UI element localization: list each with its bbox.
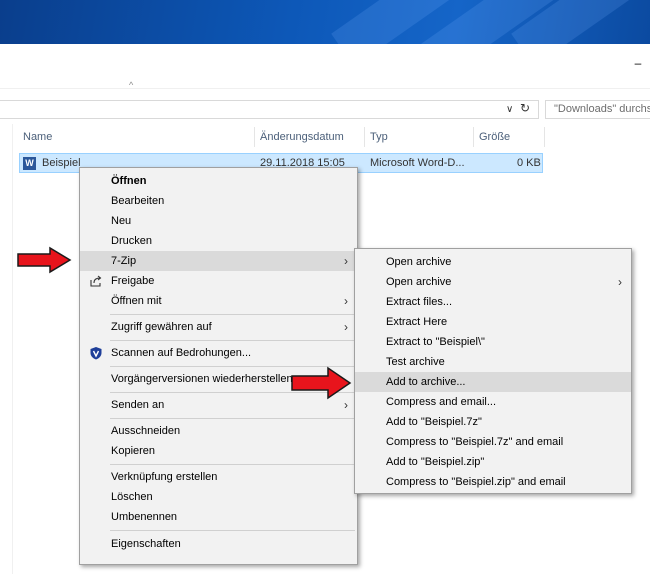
menu-item-cut[interactable]: Ausschneiden <box>80 421 357 441</box>
menu-item-properties[interactable]: Eigenschaften <box>80 534 357 554</box>
shield-icon <box>90 347 102 360</box>
menu-item-label: Bearbeiten <box>111 195 165 207</box>
minimize-button[interactable]: – <box>632 57 644 70</box>
menu-item-label: Open archive <box>386 256 452 268</box>
ribbon-divider <box>0 88 650 89</box>
menu-item-label: Zugriff gewähren auf <box>111 321 212 333</box>
menu-item-label: Ausschneiden <box>111 425 181 437</box>
column-header-size[interactable]: Größe <box>479 131 510 143</box>
menu-separator <box>110 340 355 341</box>
file-size: 0 KB <box>517 157 541 169</box>
menu-item-7zip[interactable]: 7-Zip › <box>80 251 357 271</box>
submenu-item-add-to-7z[interactable]: Add to "Beispiel.7z" <box>355 412 631 432</box>
menu-item-label: Compress to "Beispiel.zip" and email <box>386 476 566 488</box>
menu-item-label: Drucken <box>111 235 152 247</box>
menu-item-label: Compress and email... <box>386 396 497 408</box>
chevron-right-icon: › <box>618 275 622 289</box>
navigation-pane[interactable] <box>0 124 13 574</box>
menu-item-label: Add to "Beispiel.7z" <box>386 416 482 428</box>
submenu-item-open-archive[interactable]: Open archive <box>355 252 631 272</box>
column-header-date[interactable]: Änderungsdatum <box>260 131 344 143</box>
word-document-icon: W <box>23 157 36 170</box>
sort-ascending-icon: ^ <box>129 80 134 90</box>
menu-item-label: Open archive <box>386 276 452 288</box>
menu-item-label: Freigabe <box>111 275 155 287</box>
menu-separator <box>110 530 355 531</box>
address-row: ∨ ↻ "Downloads" durchsuchen <box>0 98 650 122</box>
menu-item-open-with[interactable]: Öffnen mit › <box>80 291 357 311</box>
menu-item-share[interactable]: Freigabe <box>80 271 357 291</box>
menu-item-copy[interactable]: Kopieren <box>80 441 357 461</box>
column-divider <box>364 127 365 147</box>
title-bar: – <box>0 44 650 88</box>
column-header-name[interactable]: Name <box>23 131 52 143</box>
submenu-item-extract-here[interactable]: Extract Here <box>355 312 631 332</box>
column-divider <box>473 127 474 147</box>
submenu-item-compress-email[interactable]: Compress and email... <box>355 392 631 412</box>
menu-item-label: Eigenschaften <box>111 538 181 550</box>
menu-item-create-shortcut[interactable]: Verknüpfung erstellen <box>80 467 357 487</box>
menu-separator <box>110 314 355 315</box>
column-divider <box>544 127 545 147</box>
submenu-item-compress-zip-email[interactable]: Compress to "Beispiel.zip" and email <box>355 472 631 492</box>
menu-item-open[interactable]: Öffnen <box>80 171 357 191</box>
menu-item-grant-access[interactable]: Zugriff gewähren auf › <box>80 317 357 337</box>
menu-item-label: Vorgängerversionen wiederherstellen <box>111 373 293 385</box>
menu-item-label: Extract files... <box>386 296 453 308</box>
menu-item-label: Compress to "Beispiel.7z" and email <box>386 436 564 448</box>
submenu-item-open-archive-more[interactable]: Open archive › <box>355 272 631 292</box>
file-name: Beispiel <box>42 157 81 169</box>
file-type: Microsoft Word-D... <box>370 157 465 169</box>
refresh-icon[interactable]: ↻ <box>520 101 530 115</box>
menu-item-label: Extract to "Beispiel\" <box>386 336 485 348</box>
submenu-item-add-to-archive[interactable]: Add to archive... <box>355 372 631 392</box>
menu-item-scan[interactable]: Scannen auf Bedrohungen... <box>80 343 357 363</box>
menu-item-new[interactable]: Neu <box>80 211 357 231</box>
7zip-submenu: Open archive Open archive › Extract files… <box>354 248 632 494</box>
menu-item-label: Kopieren <box>111 445 156 457</box>
address-bar[interactable] <box>0 100 539 119</box>
desktop-background <box>0 0 650 44</box>
chevron-right-icon: › <box>344 294 348 308</box>
menu-item-label: 7-Zip <box>111 255 137 267</box>
menu-item-edit[interactable]: Bearbeiten <box>80 191 357 211</box>
menu-separator <box>110 418 355 419</box>
menu-item-label: Extract Here <box>386 316 448 328</box>
chevron-right-icon: › <box>344 320 348 334</box>
submenu-item-extract-to-folder[interactable]: Extract to "Beispiel\" <box>355 332 631 352</box>
submenu-item-extract-files[interactable]: Extract files... <box>355 292 631 312</box>
menu-item-label: Umbenennen <box>111 511 178 523</box>
search-input[interactable]: "Downloads" durchsuchen <box>545 100 650 119</box>
chevron-right-icon: › <box>344 254 348 268</box>
menu-item-label: Senden an <box>111 399 165 411</box>
submenu-item-add-to-zip[interactable]: Add to "Beispiel.zip" <box>355 452 631 472</box>
menu-item-label: Öffnen mit <box>111 295 162 307</box>
menu-item-label: Add to archive... <box>386 376 466 388</box>
menu-item-label: Öffnen <box>111 175 147 187</box>
menu-item-label: Verknüpfung erstellen <box>111 471 218 483</box>
menu-item-label: Neu <box>111 215 132 227</box>
menu-separator <box>110 464 355 465</box>
menu-item-label: Scannen auf Bedrohungen... <box>111 347 252 359</box>
red-arrow-icon <box>17 246 72 274</box>
menu-item-label: Add to "Beispiel.zip" <box>386 456 485 468</box>
menu-item-rename[interactable]: Umbenennen <box>80 507 357 527</box>
submenu-item-test-archive[interactable]: Test archive <box>355 352 631 372</box>
menu-item-label: Test archive <box>386 356 445 368</box>
menu-item-print[interactable]: Drucken <box>80 231 357 251</box>
menu-item-label: Löschen <box>111 491 153 503</box>
red-arrow-icon <box>291 366 352 400</box>
menu-item-delete[interactable]: Löschen <box>80 487 357 507</box>
chevron-down-icon[interactable]: ∨ <box>506 104 513 115</box>
share-icon <box>90 275 102 287</box>
column-header-type[interactable]: Typ <box>370 131 388 143</box>
column-divider <box>254 127 255 147</box>
submenu-item-compress-7z-email[interactable]: Compress to "Beispiel.7z" and email <box>355 432 631 452</box>
